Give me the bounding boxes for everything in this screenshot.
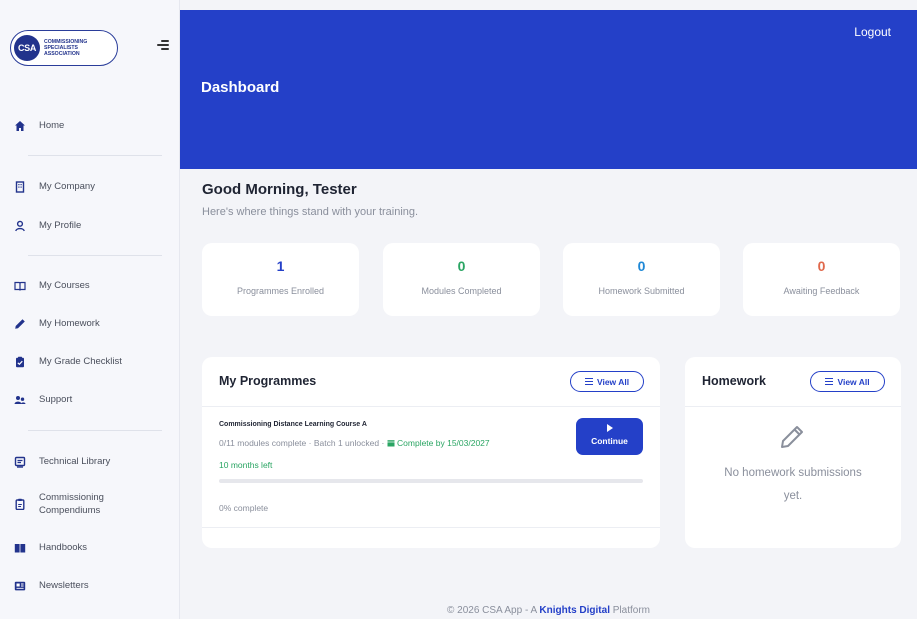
footer-suffix: Platform — [612, 605, 650, 616]
stat-label: Homework Submitted — [598, 286, 685, 296]
nav-divider — [28, 430, 162, 431]
clipboard-icon — [14, 498, 26, 510]
view-all-label: View All — [837, 376, 870, 387]
stat-value: 1 — [276, 258, 285, 274]
menu-toggle-icon[interactable] — [157, 40, 169, 52]
sidebar-item-label: Handbooks — [39, 542, 88, 553]
due-date: Complete by 15/03/2027 — [387, 438, 490, 448]
sidebar-item-label: My Courses — [39, 280, 90, 291]
book-open-icon — [14, 280, 26, 292]
footer-prefix: © 2026 CSA App - A — [446, 605, 537, 616]
continue-button[interactable]: Continue — [576, 418, 643, 455]
stat-card-modules-completed: 0 Modules Completed — [383, 243, 540, 316]
list-icon — [584, 378, 593, 386]
sidebar-item-technical-library[interactable]: Technical Library — [14, 455, 164, 468]
books-icon — [14, 542, 26, 554]
page-title: Dashboard — [201, 79, 280, 96]
sidebar-item-label: Technical Library — [39, 456, 111, 467]
due-date-text: Complete by 15/03/2027 — [397, 438, 490, 448]
homework-title: Homework — [702, 374, 766, 388]
sidebar-item-newsletters[interactable]: Newsletters — [14, 579, 164, 592]
sidebar-item-my-homework[interactable]: My Homework — [14, 317, 164, 330]
stat-card-awaiting-feedback: 0 Awaiting Feedback — [743, 243, 900, 316]
clipboard-check-icon — [14, 356, 26, 368]
nav-divider — [28, 255, 162, 256]
sidebar: CSA COMMISSIONING SPECIALISTS ASSOCIATIO… — [0, 0, 180, 619]
panel-divider — [202, 527, 660, 528]
empty-line-1: No homework submissions — [724, 467, 862, 479]
sidebar-item-label: Commissioning Compendiums — [39, 492, 104, 516]
sidebar-item-label: My Grade Checklist — [39, 356, 122, 367]
sidebar-item-commissioning-compendiums[interactable]: Commissioning Compendiums — [14, 491, 164, 517]
panel-divider — [685, 406, 901, 407]
stat-card-programmes-enrolled: 1 Programmes Enrolled — [202, 243, 359, 316]
sidebar-item-my-company[interactable]: My Company — [14, 180, 164, 193]
stat-label: Modules Completed — [421, 286, 502, 296]
logo-row: CSA COMMISSIONING SPECIALISTS ASSOCIATIO… — [10, 30, 170, 66]
sidebar-item-label: Home — [39, 120, 65, 131]
stat-value: 0 — [457, 258, 466, 274]
sidebar-item-label: My Homework — [39, 318, 100, 329]
newspaper-icon — [14, 580, 26, 592]
sidebar-item-label: Newsletters — [39, 580, 89, 591]
dashboard-header: Logout Dashboard — [180, 10, 917, 169]
modules-progress-text: 0/11 modules complete — [219, 438, 307, 448]
months-left: 10 months left — [219, 460, 273, 470]
sidebar-item-home[interactable]: Home — [14, 119, 164, 132]
stat-label: Programmes Enrolled — [236, 286, 325, 296]
sidebar-item-label: My Company — [39, 181, 95, 192]
logo-line-3: ASSOCIATION — [44, 51, 80, 57]
stat-card-homework-submitted: 0 Homework Submitted — [563, 243, 720, 316]
sidebar-item-handbooks[interactable]: Handbooks — [14, 541, 164, 554]
sidebar-item-label: My Profile — [39, 220, 82, 231]
csa-logo-text: COMMISSIONING SPECIALISTS ASSOCIATION — [44, 39, 87, 57]
programmes-view-all-button[interactable]: View All — [570, 371, 644, 392]
home-icon — [14, 120, 26, 132]
sidebar-item-label: Support — [39, 394, 73, 405]
play-icon — [606, 424, 613, 432]
greeting-title: Good Morning, Tester — [202, 181, 357, 198]
sidebar-item-my-profile[interactable]: My Profile — [14, 219, 164, 232]
homework-view-all-button[interactable]: View All — [810, 371, 885, 392]
panel-divider — [202, 406, 660, 407]
course-progress-bar — [219, 479, 643, 483]
logout-link[interactable]: Logout — [854, 25, 891, 39]
nav-divider — [28, 155, 162, 156]
list-icon — [825, 378, 834, 386]
users-icon — [14, 394, 26, 406]
stat-value: 0 — [637, 258, 646, 274]
csa-logo[interactable]: CSA COMMISSIONING SPECIALISTS ASSOCIATIO… — [10, 30, 118, 66]
user-icon — [14, 220, 26, 232]
course-meta: 0/11 modules complete · Batch 1 unlocked… — [219, 438, 490, 448]
homework-empty-state: No homework submissions yet. — [700, 462, 886, 508]
csa-logo-badge: CSA — [14, 35, 40, 61]
my-programmes-title: My Programmes — [219, 374, 317, 388]
stat-label: Awaiting Feedback — [783, 286, 860, 296]
batch-status-text: Batch 1 unlocked — [313, 438, 380, 448]
footer-brand-link[interactable]: Knights Digital — [539, 605, 610, 616]
building-icon — [14, 180, 26, 193]
stat-value: 0 — [817, 258, 826, 274]
sidebar-item-support[interactable]: Support — [14, 393, 164, 406]
continue-label: Continue — [591, 436, 628, 446]
footer: © 2026 CSA App - A Knights Digital Platf… — [180, 605, 917, 616]
library-icon — [14, 456, 26, 468]
view-all-label: View All — [596, 376, 630, 387]
greeting-subtitle: Here's where things stand with your trai… — [202, 206, 419, 218]
pencil-icon — [14, 318, 26, 330]
sidebar-item-my-courses[interactable]: My Courses — [14, 279, 164, 292]
progress-percent-label: 0% complete — [219, 503, 269, 513]
empty-line-2: yet. — [783, 490, 803, 502]
pencil-icon — [779, 424, 805, 450]
course-title[interactable]: Commissioning Distance Learning Course A — [219, 421, 367, 428]
calendar-icon — [387, 440, 395, 447]
sidebar-item-my-grade-checklist[interactable]: My Grade Checklist — [14, 355, 164, 368]
